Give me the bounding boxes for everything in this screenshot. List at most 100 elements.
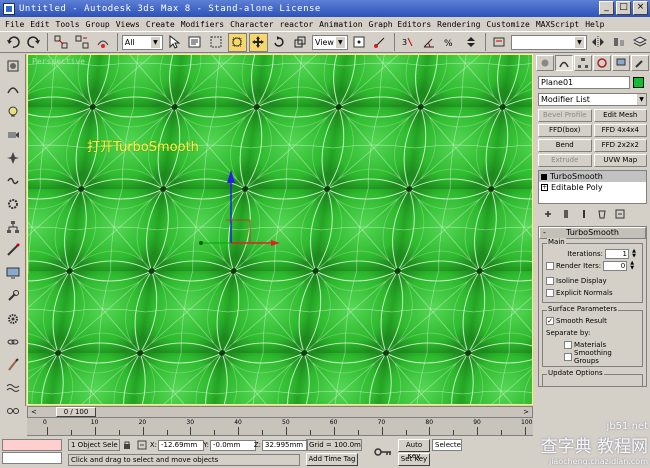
shapes-icon[interactable] [2,78,24,100]
select-and-move-icon[interactable] [248,32,268,52]
brush-icon[interactable] [2,354,24,376]
helpers-icon[interactable] [2,147,24,169]
key-filter-selected-dropdown[interactable]: Selecte [432,439,462,451]
iterations-spinner-arrows[interactable]: ▲ ▼ [631,249,637,259]
bend-button[interactable]: Bend [538,139,592,152]
uvw-map-button[interactable]: UVW Map [593,154,647,167]
object-color-swatch[interactable] [633,77,644,88]
menu-views[interactable]: Views [113,20,143,29]
reference-coordinate-dropdown[interactable]: View ▼ [311,34,348,50]
menu-file[interactable]: File [2,20,27,29]
perspective-viewport[interactable]: Perspective 打开TurboSmooth [27,54,533,405]
chain-icon[interactable] [2,400,24,422]
close-button[interactable]: × [633,1,648,15]
extrude-button[interactable]: Extrude [538,154,592,167]
maxscript-listener-input[interactable] [2,439,62,451]
materials-checkbox[interactable] [564,341,572,349]
menu-character[interactable]: Character [227,20,276,29]
auto-key-button[interactable]: Auto Key [398,439,430,460]
minimize-button[interactable]: _ [599,1,614,15]
modifier-list-dropdown[interactable]: Modifier List ▼ [538,93,647,106]
hierarchy-icon[interactable] [2,216,24,238]
x-coordinate-field[interactable]: -12.69mm [158,439,204,451]
maximize-button[interactable]: □ [616,1,631,15]
render-iters-spinner-arrows[interactable]: ▲ ▼ [629,261,635,271]
pin-stack-icon[interactable] [542,208,554,220]
menu-create[interactable]: Create [143,20,178,29]
remove-modifier-icon[interactable] [596,208,608,220]
display-tab-icon[interactable] [612,55,630,71]
viewport-label[interactable]: Perspective [32,57,85,66]
selection-filter-dropdown[interactable]: All ▼ [121,34,163,50]
window-crossing-icon[interactable] [227,32,247,52]
bulb-icon[interactable] [541,173,547,180]
isoline-display-checkbox[interactable] [546,277,554,285]
select-and-rotate-icon[interactable] [269,32,289,52]
pivot-center-icon[interactable] [349,32,369,52]
menu-edit[interactable]: Edit [27,20,52,29]
space-warps-icon[interactable] [2,170,24,192]
render-iters-spinner[interactable]: 0 [603,261,628,271]
expand-icon[interactable]: + [541,184,548,191]
align-icon[interactable] [609,32,629,52]
absolute-relative-icon[interactable] [135,438,149,452]
motion-tab-icon[interactable] [593,55,611,71]
menu-rendering[interactable]: Rendering [434,20,483,29]
menu-help[interactable]: Help [582,20,607,29]
menu-graph-editors[interactable]: Graph Editors [366,20,435,29]
select-and-scale-icon[interactable] [290,32,310,52]
track-bar[interactable]: 0 10 20 30 40 50 60 70 80 90 100 [27,418,533,436]
utilities-tab-icon[interactable] [631,55,649,71]
time-slider-thumb[interactable]: 0 / 100 [56,407,96,417]
explicit-normals-checkbox[interactable] [546,289,554,297]
select-object-icon[interactable] [164,32,184,52]
menu-group[interactable]: Group [83,20,113,29]
maxscript-output[interactable] [2,452,62,464]
utilities-icon[interactable] [2,285,24,307]
named-selection-icon[interactable] [489,32,509,52]
rectangular-selection-icon[interactable] [206,32,226,52]
time-slider[interactable]: < 0 / 100 > [27,406,533,418]
menu-tools[interactable]: Tools [53,20,83,29]
select-and-link-icon[interactable] [51,32,71,52]
bevel-profile-button[interactable]: Bevel Profile [538,109,592,122]
angle-snap-icon[interactable] [419,32,439,52]
undo-icon[interactable] [3,32,22,52]
lights-icon[interactable] [2,101,24,123]
smoothing-groups-checkbox[interactable] [564,353,572,361]
y-coordinate-field[interactable]: -0.0mm [210,439,256,451]
mirror-icon[interactable] [588,32,608,52]
redo-icon[interactable] [24,32,43,52]
object-name-field[interactable]: Plane01 [538,76,630,89]
snap-toggle-icon[interactable]: 3 [398,32,418,52]
ffd-box-button[interactable]: FFD(box) [538,124,592,137]
add-time-tag-button[interactable]: Add Time Tag [306,453,358,466]
menu-animation[interactable]: Animation [316,20,365,29]
gear-icon[interactable] [2,308,24,330]
menu-customize[interactable]: Customize [484,20,533,29]
wave-icon[interactable] [2,377,24,399]
ffd-2x2x2-button[interactable]: FFD 2x2x2 [593,139,647,152]
unlink-icon[interactable] [72,32,92,52]
render-iters-checkbox[interactable] [546,262,554,270]
time-slider-next-icon[interactable]: > [523,408,529,416]
menu-modifiers[interactable]: Modifiers [178,20,227,29]
hierarchy-tab-icon[interactable] [574,55,592,71]
link-icon[interactable] [2,331,24,353]
select-and-manipulate-icon[interactable] [370,32,390,52]
create-tab-icon[interactable] [536,55,554,71]
display-icon[interactable] [2,262,24,284]
create-geometry-icon[interactable] [2,55,24,77]
z-coordinate-field[interactable]: 32.995mm [262,439,308,451]
cameras-icon[interactable] [2,124,24,146]
time-slider-prev-icon[interactable]: < [31,408,37,416]
edit-mesh-button[interactable]: Edit Mesh [593,109,647,122]
menu-maxscript[interactable]: MAXScript [533,20,582,29]
key-icon[interactable] [372,442,394,462]
iterations-spinner[interactable]: 1 [605,249,629,259]
show-end-result-icon[interactable] [560,208,572,220]
spinner-snap-icon[interactable] [461,32,481,52]
motion-icon[interactable] [2,239,24,261]
systems-icon[interactable] [2,193,24,215]
smooth-result-checkbox[interactable]: ✓ [546,317,554,325]
